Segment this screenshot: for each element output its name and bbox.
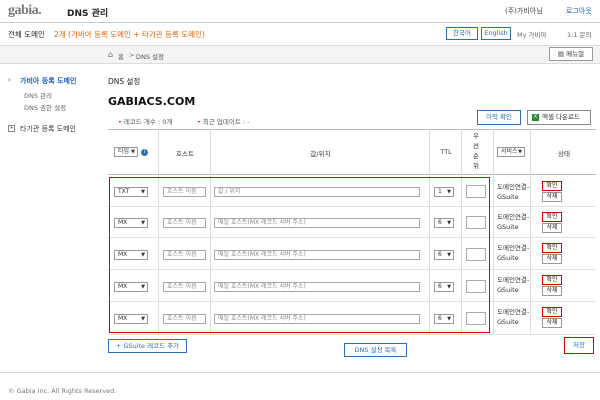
breadcrumb-current: DNS 설정 [136,53,165,61]
breadcrumb-home[interactable]: 홈 [118,51,124,61]
book-icon: ▤ [557,50,567,58]
service-label: 도메인연결-GSuite [497,183,530,201]
my-gabia-link[interactable]: My 가비아 [517,29,546,39]
confirm-button[interactable]: 확인 [542,275,562,285]
domain-name: GABIACS.COM [108,95,196,108]
manual-button[interactable]: ▤ 메뉴얼 [549,47,593,61]
service-label: 도메인연결-GSuite [497,244,530,262]
sidebar-group-other-domains[interactable]: 타기관 등록 도메인 [20,124,76,134]
dns-list-button[interactable]: DNS 설정 목록 [344,343,407,357]
delete-button[interactable]: 삭제 [542,223,562,233]
sidebar-item-dns-permission[interactable]: DNS 권한 설정 [24,102,66,112]
confirm-button[interactable]: 확인 [542,181,562,191]
service-label: 도메인연결-GSuite [497,308,530,326]
home-icon[interactable]: ⌂ [108,50,113,59]
user-name: (주)가비아님 [505,7,543,15]
manual-label: 메뉴얼 [566,50,585,58]
header-divider [0,22,600,23]
service-label: 도메인연결-GSuite [497,276,530,294]
domain-count: 2개 (가비아 등록 도메인 + 타기관 등록 도메인) [54,30,205,39]
sidebar-item-dns-manage[interactable]: DNS 관리 [24,90,52,100]
column-divider [493,129,494,335]
history-button[interactable]: 이력 확인 [477,110,521,125]
chevron-down-icon: ▼ [131,149,135,155]
confirm-button[interactable]: 확인 [542,243,562,253]
logout-link[interactable]: 로그아웃 [566,6,592,16]
record-count: • 레코드 개수 : 0개 [118,118,173,126]
section-title: DNS 설정 [108,77,141,86]
excel-download-button[interactable]: X 엑셀 다운로드 [527,110,591,125]
highlight-box [109,177,490,333]
excel-download-label: 엑셀 다운로드 [542,113,580,121]
header-ttl: TTL [440,148,452,156]
chevron-down-icon: ▼ [518,149,522,155]
table-bottom-border [108,334,596,335]
table-header-border [108,174,596,175]
save-button[interactable]: 저장 [564,337,594,354]
column-divider [530,129,531,335]
inquiry-link[interactable]: 1:1 문의 [567,29,592,39]
sidebar-group-gabia-domains[interactable]: 가비아 등록 도메인 [20,76,76,86]
copyright: © Gabia Inc. All Rights Reserved. [8,387,117,395]
app-title: DNS 관리 [67,9,109,19]
expand-icon[interactable]: + [8,125,15,132]
add-gsuite-record-button[interactable]: + GSuite 레코드 추가 [108,339,187,353]
delete-button[interactable]: 삭제 [542,318,562,328]
header-status: 상태 [558,150,570,158]
table-top-border [108,129,596,130]
header-priority: 우선순위 [473,132,479,170]
breadcrumb [0,45,600,64]
breadcrumb-separator: > [129,51,135,59]
gabia-logo[interactable]: gabia. [8,3,42,19]
delete-button[interactable]: 삭제 [542,254,562,264]
type-filter-select[interactable]: 타입 ▼ [114,147,138,157]
service-label: 도메인연결-GSuite [497,213,530,231]
confirm-button[interactable]: 확인 [542,307,562,317]
excel-icon: X [532,113,539,121]
header-host: 호스트 [176,150,194,158]
service-filter-select[interactable]: 서비스 ▼ [497,147,525,157]
delete-button[interactable]: 삭제 [542,192,562,202]
footer-divider [0,372,600,373]
chevron-right-icon: › [8,76,11,84]
language-korean-button[interactable]: 한국어 [446,27,478,40]
confirm-button[interactable]: 확인 [542,212,562,222]
delete-button[interactable]: 삭제 [542,286,562,296]
header-value: 값/위치 [310,150,331,158]
language-english-button[interactable]: English [481,27,511,40]
all-domains-label: 전체 도메인 [8,30,45,39]
info-icon[interactable]: i [141,149,148,156]
last-update: • 최근 업데이트 : - [197,118,250,126]
